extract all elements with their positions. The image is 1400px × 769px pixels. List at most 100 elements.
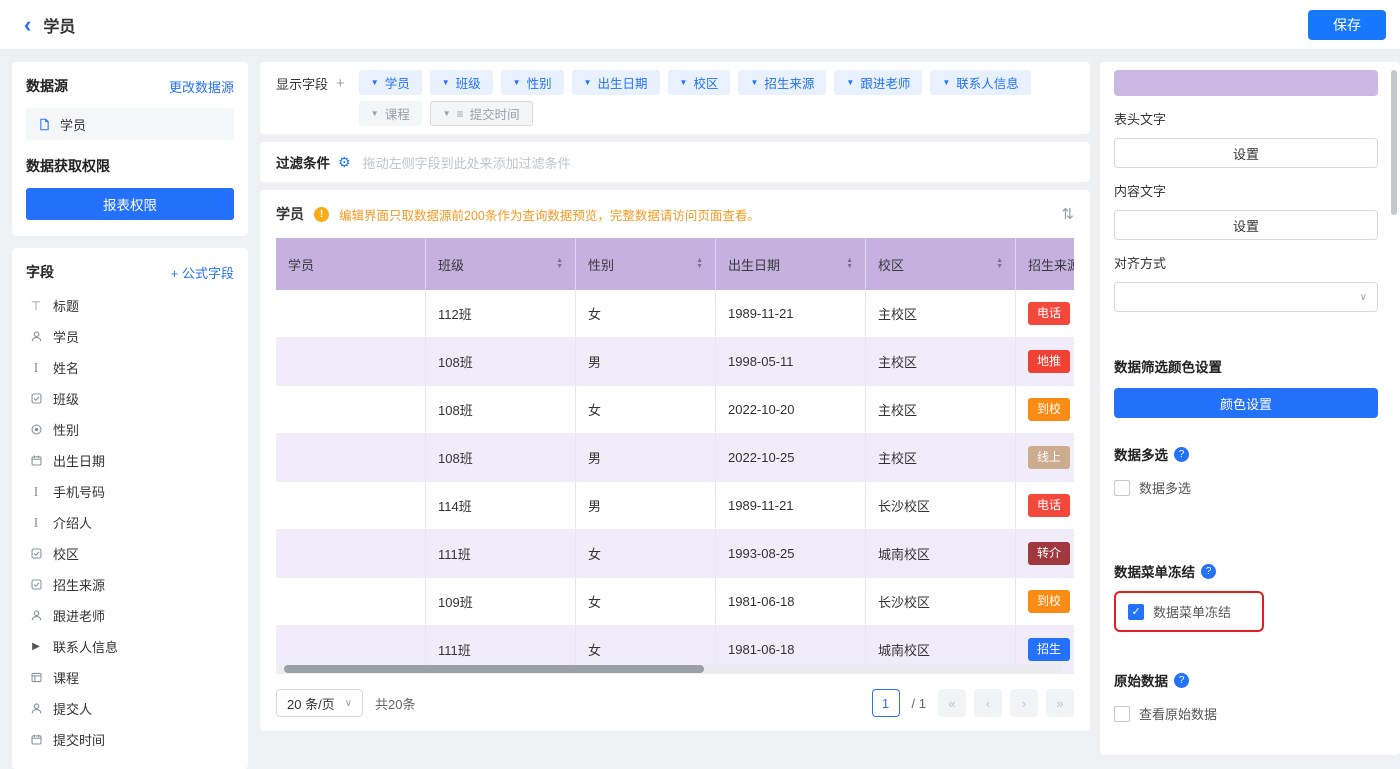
raw-data-checkbox-row[interactable]: 查看原始数据 [1114,704,1378,723]
chip-contact-info[interactable]: ▼联系人信息 [930,70,1030,95]
field-item-source[interactable]: 招生来源 [12,569,248,600]
column-header-campus[interactable]: 校区▲▼ [866,238,1016,290]
multi-select-checkbox-row[interactable]: 数据多选 [1114,478,1378,497]
sort-icon[interactable]: ▲▼ [696,258,703,270]
checkbox-icon [28,547,44,560]
source-badge: 线上 [1028,446,1070,469]
chevron-down-icon: ▼ [942,78,950,87]
help-icon[interactable]: ? [1201,564,1216,579]
settings-panel: 表头文字 设置 内容文字 设置 对齐方式 ∨ 数据筛选颜色设置 颜色设置 数据多… [1100,62,1400,755]
person-icon [28,702,44,715]
filter-panel[interactable]: 过滤条件 ⚙ 拖动左侧字段到此处来添加过滤条件 [260,142,1090,182]
field-item-teacher[interactable]: 跟进老师 [12,600,248,631]
chip-source[interactable]: ▼招生来源 [738,70,826,95]
change-datasource-link[interactable]: 更改数据源 [169,77,234,96]
current-page-input[interactable]: 1 [872,689,900,717]
display-fields-panel: 显示字段 + ▼学员 ▼班级 ▼性别 ▼出生日期 ▼校区 ▼招生来源 ▼跟进老师… [260,62,1090,134]
sort-order-icon[interactable]: ⇅ [1061,205,1074,223]
table-row[interactable]: 114班 男 1989-11-21 长沙校区 电话 [276,482,1074,530]
field-item-gender[interactable]: 性别 [12,414,248,445]
align-select[interactable]: ∨ [1114,282,1378,312]
field-item-name[interactable]: I 姓名 [12,352,248,383]
left-sidebar: 数据源 更改数据源 学员 数据获取权限 报表权限 字段 + 公式字段 ⊤ 标题 … [12,62,248,769]
page-count: / 1 [912,696,926,711]
chip-course[interactable]: ▼课程 [359,101,422,126]
datasource-panel: 数据源 更改数据源 学员 数据获取权限 报表权限 [12,62,248,236]
field-item-campus[interactable]: 校区 [12,538,248,569]
source-badge: 电话 [1028,302,1070,325]
expand-arrow-icon[interactable]: ▶ [28,641,44,652]
first-page-button[interactable]: « [938,689,966,717]
column-header-student[interactable]: 学员 [276,238,426,290]
chip-teacher[interactable]: ▼跟进老师 [834,70,922,95]
column-header-gender[interactable]: 性别▲▼ [576,238,716,290]
chevron-down-icon: ▼ [846,78,854,87]
column-header-birthdate[interactable]: 出生日期▲▼ [716,238,866,290]
checkbox-unchecked-icon[interactable] [1114,706,1130,722]
field-item-submit-time[interactable]: 提交时间 [12,724,248,755]
color-settings-button[interactable]: 颜色设置 [1114,388,1378,418]
last-page-button[interactable]: » [1046,689,1074,717]
help-icon[interactable]: ? [1174,673,1189,688]
column-header-class[interactable]: 班级▲▼ [426,238,576,290]
report-permission-button[interactable]: 报表权限 [26,188,234,220]
save-button[interactable]: 保存 [1308,10,1386,40]
table-row[interactable]: 111班 女 1993-08-25 城南校区 转介 [276,530,1074,578]
horizontal-scrollbar[interactable] [278,665,1062,673]
gear-icon[interactable]: ⚙ [338,154,351,171]
datasource-name: 学员 [60,115,86,134]
chip-student[interactable]: ▼学员 [359,70,422,95]
total-count: 共20条 [375,694,415,713]
checkbox-icon [28,392,44,405]
table-panel: 学员 ! 编辑界面只取数据源前200条作为查询数据预览，完整数据请访问页面查看。… [260,190,1090,731]
menu-freeze-checkbox-row[interactable]: 数据菜单冻结 [1128,602,1250,621]
table-row[interactable]: 108班 男 2022-10-25 主校区 线上 [276,434,1074,482]
add-display-field-button[interactable]: + [336,75,345,92]
chevron-down-icon: ▼ [371,78,379,87]
field-item-phone[interactable]: I 手机号码 [12,476,248,507]
field-item-title[interactable]: ⊤ 标题 [12,290,248,321]
vertical-scrollbar-thumb[interactable] [1391,70,1397,215]
field-item-student[interactable]: 学员 [12,321,248,352]
radio-icon [28,423,44,436]
field-item-class[interactable]: 班级 [12,383,248,414]
datasource-item[interactable]: 学员 [26,108,234,140]
table-row[interactable]: 108班 男 1998-05-11 主校区 地推 [276,338,1074,386]
chip-class[interactable]: ▼班级 [430,70,493,95]
chip-gender[interactable]: ▼性别 [501,70,564,95]
field-item-birthdate[interactable]: 出生日期 [12,445,248,476]
next-page-button[interactable]: › [1010,689,1038,717]
sort-icon[interactable]: ▲▼ [556,258,563,270]
table-row[interactable]: 108班 女 2022-10-20 主校区 到校 [276,386,1074,434]
field-item-contact-info[interactable]: ▶ 联系人信息 [12,631,248,662]
source-badge: 电话 [1028,494,1070,517]
chip-submit-time[interactable]: ▼≡提交时间 [430,101,533,126]
fields-heading: 字段 [26,262,54,282]
sort-icon[interactable]: ▲▼ [996,258,1003,270]
file-icon [36,118,52,131]
add-formula-field-link[interactable]: + 公式字段 [171,263,234,282]
chip-birthdate[interactable]: ▼出生日期 [572,70,660,95]
checkbox-checked-icon[interactable] [1128,604,1144,620]
table-row[interactable]: 109班 女 1981-06-18 长沙校区 到校 [276,578,1074,626]
source-badge: 招生 [1028,638,1070,661]
header-color-swatch[interactable] [1114,70,1378,96]
header-text-settings-button[interactable]: 设置 [1114,138,1378,168]
sort-icon[interactable]: ▲▼ [846,258,853,270]
field-item-course[interactable]: 课程 [12,662,248,693]
prev-page-button[interactable]: ‹ [974,689,1002,717]
course-icon [28,671,44,684]
field-item-submitter[interactable]: 提交人 [12,693,248,724]
back-icon[interactable]: ‹ [24,14,31,36]
table-row[interactable]: 112班 女 1989-11-21 主校区 电话 [276,290,1074,338]
help-icon[interactable]: ? [1174,447,1189,462]
title-icon: ⊤ [28,299,44,313]
field-item-referrer[interactable]: I 介绍人 [12,507,248,538]
drag-handle-icon[interactable]: ≡ [457,107,464,121]
content-text-settings-button[interactable]: 设置 [1114,210,1378,240]
scrollbar-thumb[interactable] [284,665,704,673]
page-size-select[interactable]: 20 条/页∨ [276,689,363,717]
chip-campus[interactable]: ▼校区 [668,70,731,95]
checkbox-unchecked-icon[interactable] [1114,480,1130,496]
column-header-source[interactable]: 招生来源 [1016,238,1074,290]
